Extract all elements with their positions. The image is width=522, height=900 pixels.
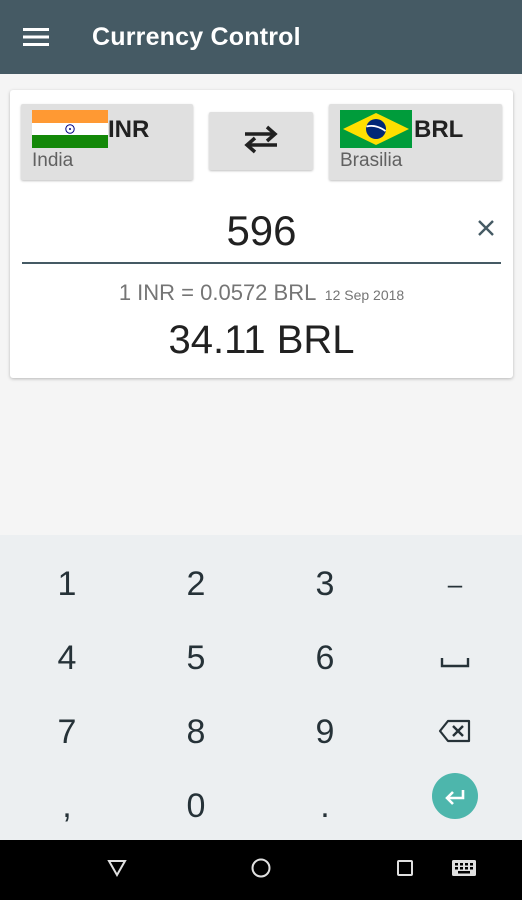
enter-key-button xyxy=(432,773,478,819)
key-2[interactable]: 2 xyxy=(131,547,261,621)
recents-icon xyxy=(396,859,414,882)
nav-keyboard-button[interactable] xyxy=(444,850,484,890)
to-currency-country: Brasilia xyxy=(340,150,403,171)
space-icon xyxy=(440,639,470,678)
swap-currencies-button[interactable] xyxy=(209,112,313,170)
key-enter[interactable] xyxy=(390,759,520,833)
back-icon xyxy=(107,859,127,882)
key-7[interactable]: 7 xyxy=(2,695,132,769)
amount-input[interactable] xyxy=(22,200,501,264)
key-3[interactable]: 3 xyxy=(260,547,390,621)
key-minus[interactable]: – xyxy=(390,547,520,621)
key-1[interactable]: 1 xyxy=(2,547,132,621)
swap-icon xyxy=(241,124,281,159)
key-0[interactable]: 0 xyxy=(131,769,261,843)
key-9[interactable]: 9 xyxy=(260,695,390,769)
exchange-rate-date: 12 Sep 2018 xyxy=(324,287,405,303)
nav-back-button[interactable] xyxy=(97,850,137,890)
exchange-rate-line: 1 INR = 0.0572 BRL 12 Sep 2018 xyxy=(10,280,513,306)
app-title: Currency Control xyxy=(92,22,301,51)
clear-amount-button[interactable] xyxy=(470,214,502,246)
key-5[interactable]: 5 xyxy=(131,621,261,695)
brazil-flag-icon xyxy=(340,110,416,148)
key-8[interactable]: 8 xyxy=(131,695,261,769)
key-backspace[interactable] xyxy=(390,695,520,769)
key-6[interactable]: 6 xyxy=(260,621,390,695)
backspace-icon xyxy=(438,713,472,752)
to-currency-code: BRL xyxy=(414,116,464,143)
numeric-keyboard: 1 2 3 – 4 5 6 7 8 9 , 0 . xyxy=(0,535,522,840)
menu-button[interactable] xyxy=(0,0,72,74)
nav-home-button[interactable] xyxy=(241,850,281,890)
from-currency-country: India xyxy=(32,150,74,171)
from-currency-button[interactable]: INR India xyxy=(21,104,193,180)
nav-recents-button[interactable] xyxy=(385,850,425,890)
keyboard-icon xyxy=(451,859,477,882)
app-bar: Currency Control xyxy=(0,0,522,74)
exchange-rate-text: 1 INR = 0.0572 BRL xyxy=(118,280,317,305)
close-icon xyxy=(476,218,496,243)
conversion-card: INR India BRL Brasilia 596 1 INR = 0.057… xyxy=(10,90,513,378)
key-space[interactable] xyxy=(390,621,520,695)
india-flag-icon xyxy=(32,110,108,148)
key-comma[interactable]: , xyxy=(2,769,132,843)
conversion-result: 34.11 BRL xyxy=(168,318,355,362)
menu-icon xyxy=(23,27,49,47)
enter-icon xyxy=(443,777,467,816)
key-4[interactable]: 4 xyxy=(2,621,132,695)
to-currency-button[interactable]: BRL Brasilia xyxy=(329,104,502,180)
key-period[interactable]: . xyxy=(260,769,390,843)
system-nav-bar xyxy=(0,840,522,900)
from-currency-code: INR xyxy=(108,116,150,143)
home-icon xyxy=(250,857,272,884)
